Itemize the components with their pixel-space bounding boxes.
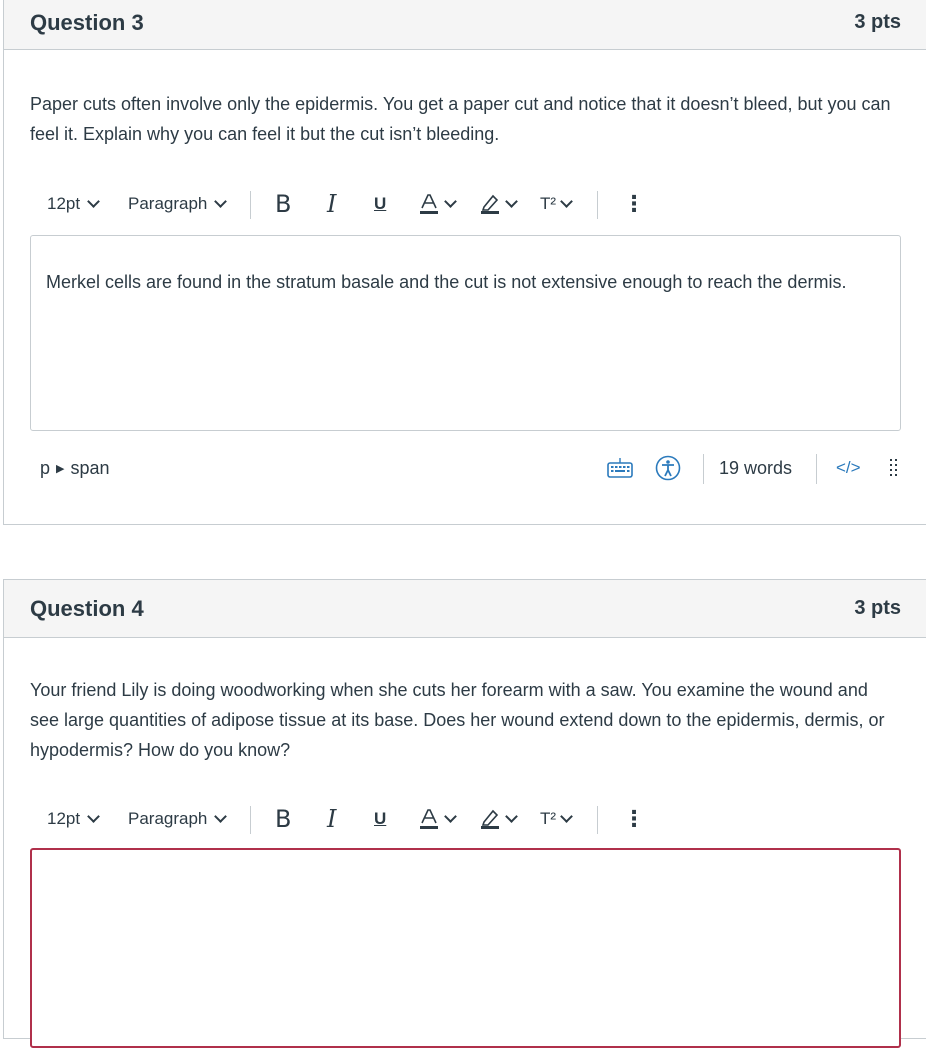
highlight-button[interactable] [479, 799, 518, 839]
underline-label: U [374, 194, 387, 213]
font-size-dropdown[interactable]: 12pt [47, 799, 100, 839]
more-options-button[interactable]: ⋮ [623, 184, 645, 224]
underline-label: U [374, 809, 387, 828]
chevron-down-icon [505, 810, 518, 823]
highlight-button[interactable] [479, 184, 518, 224]
bold-button[interactable]: B [275, 184, 291, 224]
superscript-label: T² [540, 194, 557, 213]
toolbar-divider [250, 806, 251, 834]
bold-label: B [275, 190, 292, 218]
keyboard-icon [607, 458, 633, 478]
block-format-label: Paragraph [128, 809, 208, 828]
more-options-icon: ⋮ [623, 806, 645, 831]
block-format-dropdown[interactable]: Paragraph [128, 184, 228, 224]
more-options-icon: ⋮ [623, 191, 645, 216]
status-divider [816, 454, 817, 484]
text-color-button[interactable] [418, 184, 457, 224]
status-divider [703, 454, 704, 484]
italic-label: I [327, 190, 337, 218]
chevron-down-icon [87, 195, 100, 208]
font-size-dropdown[interactable]: 12pt [47, 184, 100, 224]
question-text: Your friend Lily is doing woodworking wh… [30, 680, 885, 760]
question-points: 3 pts [854, 11, 901, 33]
arrow-right-icon: ▶ [56, 462, 65, 475]
highlight-icon [481, 194, 499, 214]
bold-button[interactable]: B [275, 799, 291, 839]
toolbar-divider [250, 191, 251, 219]
question-title: Question 3 [30, 10, 144, 35]
chevron-down-icon [444, 810, 457, 823]
superscript-label: T² [540, 809, 557, 828]
word-count: 19 words [719, 457, 793, 478]
text-color-button[interactable] [418, 799, 457, 839]
toolbar-divider [597, 806, 598, 834]
accessibility-icon [655, 455, 681, 481]
more-options-button[interactable]: ⋮ [623, 799, 645, 839]
highlight-icon [481, 809, 499, 829]
question-text: Paper cuts often involve only the epider… [30, 94, 891, 144]
keyboard-shortcuts-button[interactable] [607, 448, 633, 488]
editor-toolbar: 12pt Paragraph B I U T² ⋮ [30, 184, 670, 224]
accessibility-checker-button[interactable] [655, 448, 681, 488]
editor-toolbar: 12pt Paragraph B I U T² ⋮ [30, 799, 670, 839]
question-header: Question 3 3 pts [4, 0, 926, 50]
chevron-down-icon [505, 195, 518, 208]
chevron-down-icon [87, 810, 100, 823]
question-title: Question 4 [30, 596, 144, 621]
text-color-icon [420, 194, 438, 214]
question-points: 3 pts [854, 597, 901, 619]
editor-status-bar: p ▶ span 19 words </> [30, 448, 901, 488]
italic-label: I [327, 805, 337, 833]
element-path: p ▶ span [40, 448, 110, 488]
chevron-down-icon [214, 810, 228, 823]
chevron-down-icon [214, 195, 228, 208]
block-format-dropdown[interactable]: Paragraph [128, 799, 228, 839]
html-editor-toggle[interactable]: </> [836, 448, 861, 488]
answer-editor[interactable]: Merkel cells are found in the stratum ba… [30, 235, 901, 431]
path-p[interactable]: p [40, 458, 50, 479]
block-format-label: Paragraph [128, 194, 208, 213]
superscript-button[interactable]: T² [540, 799, 573, 839]
italic-button[interactable]: I [327, 799, 336, 839]
question-3-card: Question 3 3 pts Paper cuts often involv… [3, 0, 926, 525]
resize-handle[interactable] [889, 448, 899, 488]
answer-text[interactable]: Merkel cells are found in the stratum ba… [46, 267, 876, 297]
chevron-down-icon [444, 195, 457, 208]
bold-label: B [275, 805, 292, 833]
chevron-down-icon [560, 195, 573, 208]
path-span[interactable]: span [70, 458, 109, 479]
drag-handle-icon [890, 459, 897, 476]
font-size-label: 12pt [47, 194, 81, 213]
italic-button[interactable]: I [327, 184, 336, 224]
question-4-card: Question 4 3 pts Your friend Lily is doi… [3, 579, 926, 1048]
font-size-label: 12pt [47, 809, 81, 828]
superscript-button[interactable]: T² [540, 184, 573, 224]
toolbar-divider [597, 191, 598, 219]
chevron-down-icon [560, 810, 573, 823]
question-header: Question 4 3 pts [4, 580, 926, 638]
underline-button[interactable]: U [374, 184, 386, 224]
underline-button[interactable]: U [374, 799, 386, 839]
text-color-icon [420, 809, 438, 829]
answer-editor-focused[interactable] [30, 848, 901, 1048]
